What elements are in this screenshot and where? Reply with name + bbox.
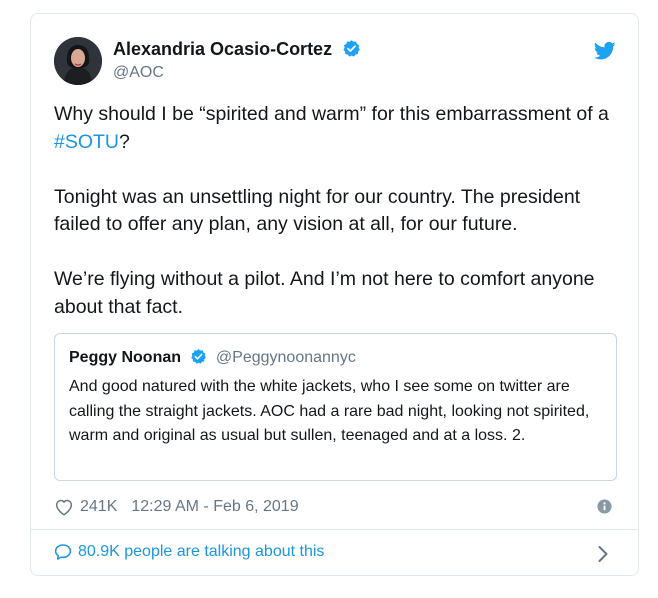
info-icon[interactable] — [597, 499, 612, 514]
quoted-tweet[interactable]: Peggy Noonan @Peggynoonannyc And good na… — [54, 333, 617, 481]
footer-divider — [31, 529, 638, 530]
chevron-right-icon[interactable] — [597, 545, 609, 563]
embedded-tweet-card: Alexandria Ocasio-Cortez @AOC Why should… — [30, 13, 639, 576]
author-name-text: Alexandria Ocasio-Cortez — [113, 39, 333, 59]
talking-about-link[interactable]: 80.9K people are talking about this — [54, 543, 324, 561]
quoted-tweet-text: And good natured with the white jackets,… — [69, 378, 590, 444]
tweet-paragraph-1: Why should I be “spirited and warm” for … — [54, 101, 624, 156]
profile-photo-icon — [54, 37, 102, 85]
tweet-meta: 241K 12:29 AM - Feb 6, 2019 — [54, 496, 299, 518]
quoted-author[interactable]: Peggy Noonan @Peggynoonannyc — [69, 348, 356, 367]
author-handle[interactable]: @AOC — [113, 64, 164, 82]
tweet-paragraph-3: We’re flying without a pilot. And I’m no… — [54, 268, 595, 318]
tweet-body: Why should I be “spirited and warm” for … — [54, 101, 624, 349]
author-name[interactable]: Alexandria Ocasio-Cortez — [113, 39, 361, 60]
tweet-text-line1: Why should I be “spirited and warm” for … — [54, 103, 609, 125]
tweet-paragraph-2: Tonight was an unsettling night for our … — [54, 185, 581, 236]
like-count[interactable]: 241K — [80, 498, 117, 516]
hashtag-link[interactable]: #SOTU — [54, 131, 119, 153]
talking-about-label: 80.9K people are talking about this — [78, 543, 325, 560]
speech-bubble-icon — [54, 544, 72, 560]
verified-badge-icon — [343, 40, 360, 57]
heart-icon[interactable] — [54, 498, 74, 516]
verified-badge-icon — [191, 349, 207, 364]
quoted-author-handle: @Peggynoonannyc — [215, 349, 356, 366]
tweet-timestamp[interactable]: 12:29 AM - Feb 6, 2019 — [131, 498, 298, 516]
tweet-text-punctuation: ? — [119, 130, 130, 153]
quoted-author-name: Peggy Noonan — [69, 349, 182, 366]
author-avatar[interactable] — [54, 37, 102, 85]
twitter-bird-icon[interactable] — [594, 41, 616, 61]
